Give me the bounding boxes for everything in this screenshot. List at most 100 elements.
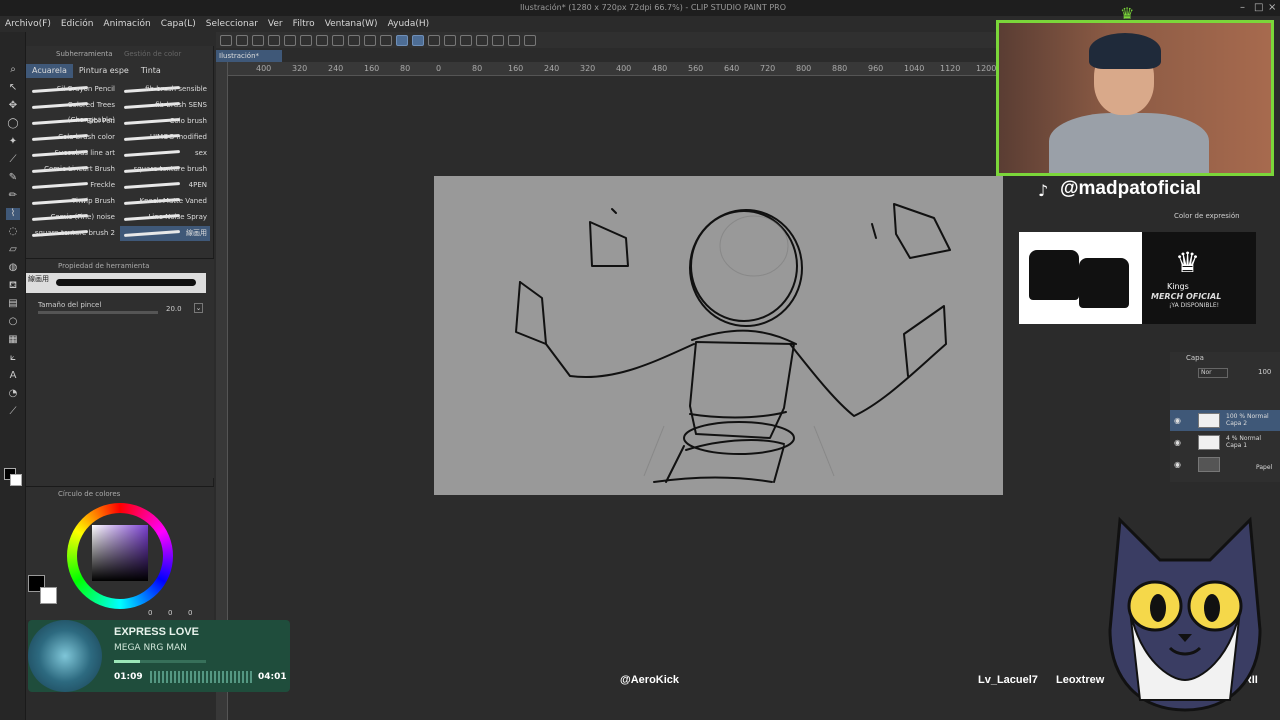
brush-item[interactable]: Line Noise Spray bbox=[120, 210, 210, 225]
ruler-tick: 160 bbox=[508, 64, 524, 73]
snap-ruler-icon[interactable] bbox=[396, 34, 408, 46]
eye-icon[interactable]: ◉ bbox=[1174, 416, 1181, 425]
correct-line-icon[interactable]: ⟋ bbox=[6, 406, 20, 418]
menu-archivo[interactable]: Archivo(F) bbox=[0, 19, 56, 29]
deselect-icon[interactable] bbox=[380, 34, 392, 46]
redo-icon[interactable] bbox=[300, 34, 312, 46]
brush-item[interactable]: Thwip Brush bbox=[28, 194, 118, 209]
brush-item[interactable]: Knock Matte Vaned bbox=[120, 194, 210, 209]
brush-item[interactable]: Cola brush color bbox=[28, 130, 118, 145]
background-color[interactable] bbox=[40, 587, 57, 604]
size-dropdown-icon[interactable]: ⌄ bbox=[194, 303, 203, 313]
menu-animacion[interactable]: Animación bbox=[98, 19, 155, 29]
maximize-icon[interactable]: □ bbox=[1254, 2, 1263, 13]
export-icon[interactable] bbox=[268, 34, 280, 46]
loading-icon[interactable] bbox=[316, 34, 328, 46]
brush-size-value[interactable]: 20.0 bbox=[166, 305, 182, 313]
menu-capa[interactable]: Capa(L) bbox=[156, 19, 201, 29]
ruler-tick: 1120 bbox=[940, 64, 961, 73]
brush-item[interactable]: Colored Trees (Changeable) bbox=[28, 98, 118, 124]
brush-size-slider[interactable] bbox=[38, 311, 158, 314]
text-tool-icon[interactable]: A bbox=[6, 370, 20, 382]
brush-item[interactable]: sex bbox=[120, 146, 210, 161]
tab-acuarela[interactable]: Acuarela bbox=[26, 64, 73, 78]
new-file-icon[interactable] bbox=[220, 34, 232, 46]
layer-row[interactable]: ◉ 4 % Normal Capa 1 bbox=[1170, 432, 1280, 453]
layer-row[interactable]: ◉ 100 % Normal Capa 2 bbox=[1170, 410, 1280, 431]
brush-item[interactable]: Succubus line art bbox=[28, 146, 118, 161]
menu-ventana[interactable]: Ventana(W) bbox=[320, 19, 383, 29]
menu-filtro[interactable]: Filtro bbox=[288, 19, 320, 29]
balloon-icon[interactable]: ◔ bbox=[6, 388, 20, 400]
eye-icon[interactable]: ◉ bbox=[1174, 460, 1181, 469]
airbrush-icon[interactable]: ◌ bbox=[6, 226, 20, 238]
blend-mode-select[interactable]: Nor bbox=[1198, 368, 1228, 378]
zoom-tool-icon[interactable]: ⌕ bbox=[6, 64, 20, 76]
brush-item[interactable]: Comic (Fine) noise bbox=[28, 210, 118, 225]
brush-item[interactable]: fib brush SENS bbox=[120, 98, 210, 113]
subtool-tab[interactable]: Subherramienta bbox=[56, 50, 113, 58]
undo-icon[interactable] bbox=[284, 34, 296, 46]
menu-seleccionar[interactable]: Seleccionar bbox=[201, 19, 263, 29]
brush-tool-icon[interactable]: ⌇ bbox=[6, 208, 20, 220]
brush-group-tabs: Acuarela Pintura espe Tinta bbox=[26, 64, 214, 78]
merch-title: MERCH OFICIAL bbox=[1151, 292, 1222, 301]
ruler-tick: 880 bbox=[832, 64, 848, 73]
close-icon[interactable]: × bbox=[1268, 2, 1276, 13]
eyedropper-icon[interactable]: ⟋ bbox=[6, 154, 20, 166]
transform-icon[interactable] bbox=[476, 34, 488, 46]
perspective-icon[interactable] bbox=[492, 34, 504, 46]
mesh-icon[interactable] bbox=[508, 34, 520, 46]
brush-item[interactable]: Colo brush bbox=[120, 114, 210, 129]
blend-tool-icon[interactable]: ◍ bbox=[6, 262, 20, 274]
crop-icon[interactable] bbox=[348, 34, 360, 46]
flip-icon[interactable] bbox=[444, 34, 456, 46]
minimize-icon[interactable]: – bbox=[1240, 2, 1245, 13]
tab-tinta[interactable]: Tinta bbox=[135, 64, 167, 78]
layer-opacity-value[interactable]: 100 bbox=[1258, 368, 1271, 376]
menu-edicion[interactable]: Edición bbox=[56, 19, 99, 29]
color-management-tab[interactable]: Gestión de color bbox=[124, 50, 181, 58]
menu-ayuda[interactable]: Ayuda(H) bbox=[383, 19, 435, 29]
brush-item[interactable]: 4PEN bbox=[120, 178, 210, 193]
brush-item[interactable]: Comic Lineart Brush bbox=[28, 162, 118, 177]
gradient-icon[interactable]: ▤ bbox=[6, 298, 20, 310]
open-file-icon[interactable] bbox=[236, 34, 248, 46]
brush-item[interactable]: Freckle bbox=[28, 178, 118, 193]
saturation-value-square[interactable] bbox=[92, 525, 148, 581]
snap-grid-icon[interactable] bbox=[428, 34, 440, 46]
brush-item[interactable]: Bibi Pen bbox=[28, 114, 118, 129]
auto-select-icon[interactable]: ✦ bbox=[6, 136, 20, 148]
drawing-canvas[interactable] bbox=[434, 176, 1003, 495]
fill-tool-icon[interactable]: ⛾ bbox=[6, 280, 20, 292]
pen-tool-icon[interactable]: ✎ bbox=[6, 172, 20, 184]
figure-icon[interactable]: ○ bbox=[6, 316, 20, 328]
document-tab[interactable]: Ilustración* bbox=[216, 50, 282, 62]
menu-ver[interactable]: Ver bbox=[263, 19, 288, 29]
rotate-icon[interactable] bbox=[460, 34, 472, 46]
operation-tool-icon[interactable]: ↖ bbox=[6, 82, 20, 94]
brush-item-selected[interactable]: 線画用 bbox=[120, 226, 210, 241]
sub-color-swatch[interactable] bbox=[10, 474, 22, 486]
ruler-tool-icon[interactable]: ⟀ bbox=[6, 352, 20, 364]
snap-special-ruler-icon[interactable] bbox=[412, 34, 424, 46]
frame-icon[interactable]: ▦ bbox=[6, 334, 20, 346]
tab-pintura[interactable]: Pintura espe bbox=[73, 64, 135, 78]
settings-icon[interactable] bbox=[524, 34, 536, 46]
ruler-tick: 480 bbox=[652, 64, 668, 73]
fill-icon[interactable] bbox=[332, 34, 344, 46]
save-icon[interactable] bbox=[252, 34, 264, 46]
brush-item[interactable]: fib brush sensible bbox=[120, 82, 210, 97]
selection-tool-icon[interactable]: ◯ bbox=[6, 118, 20, 130]
move-layer-icon[interactable]: ✥ bbox=[6, 100, 20, 112]
eraser-icon[interactable]: ▱ bbox=[6, 244, 20, 256]
layer-row[interactable]: ◉ Papel bbox=[1170, 454, 1280, 475]
brush-item[interactable]: HIMOG modified bbox=[120, 130, 210, 145]
ruler-tick: 160 bbox=[364, 64, 380, 73]
brush-item[interactable]: square texture brush 2 bbox=[28, 226, 118, 241]
brush-item[interactable]: square texture brush bbox=[120, 162, 210, 177]
clear-icon[interactable] bbox=[364, 34, 376, 46]
eye-icon[interactable]: ◉ bbox=[1174, 438, 1181, 447]
brush-item[interactable]: Sil Crayon Pencil bbox=[28, 82, 118, 97]
pencil-tool-icon[interactable]: ✏ bbox=[6, 190, 20, 202]
